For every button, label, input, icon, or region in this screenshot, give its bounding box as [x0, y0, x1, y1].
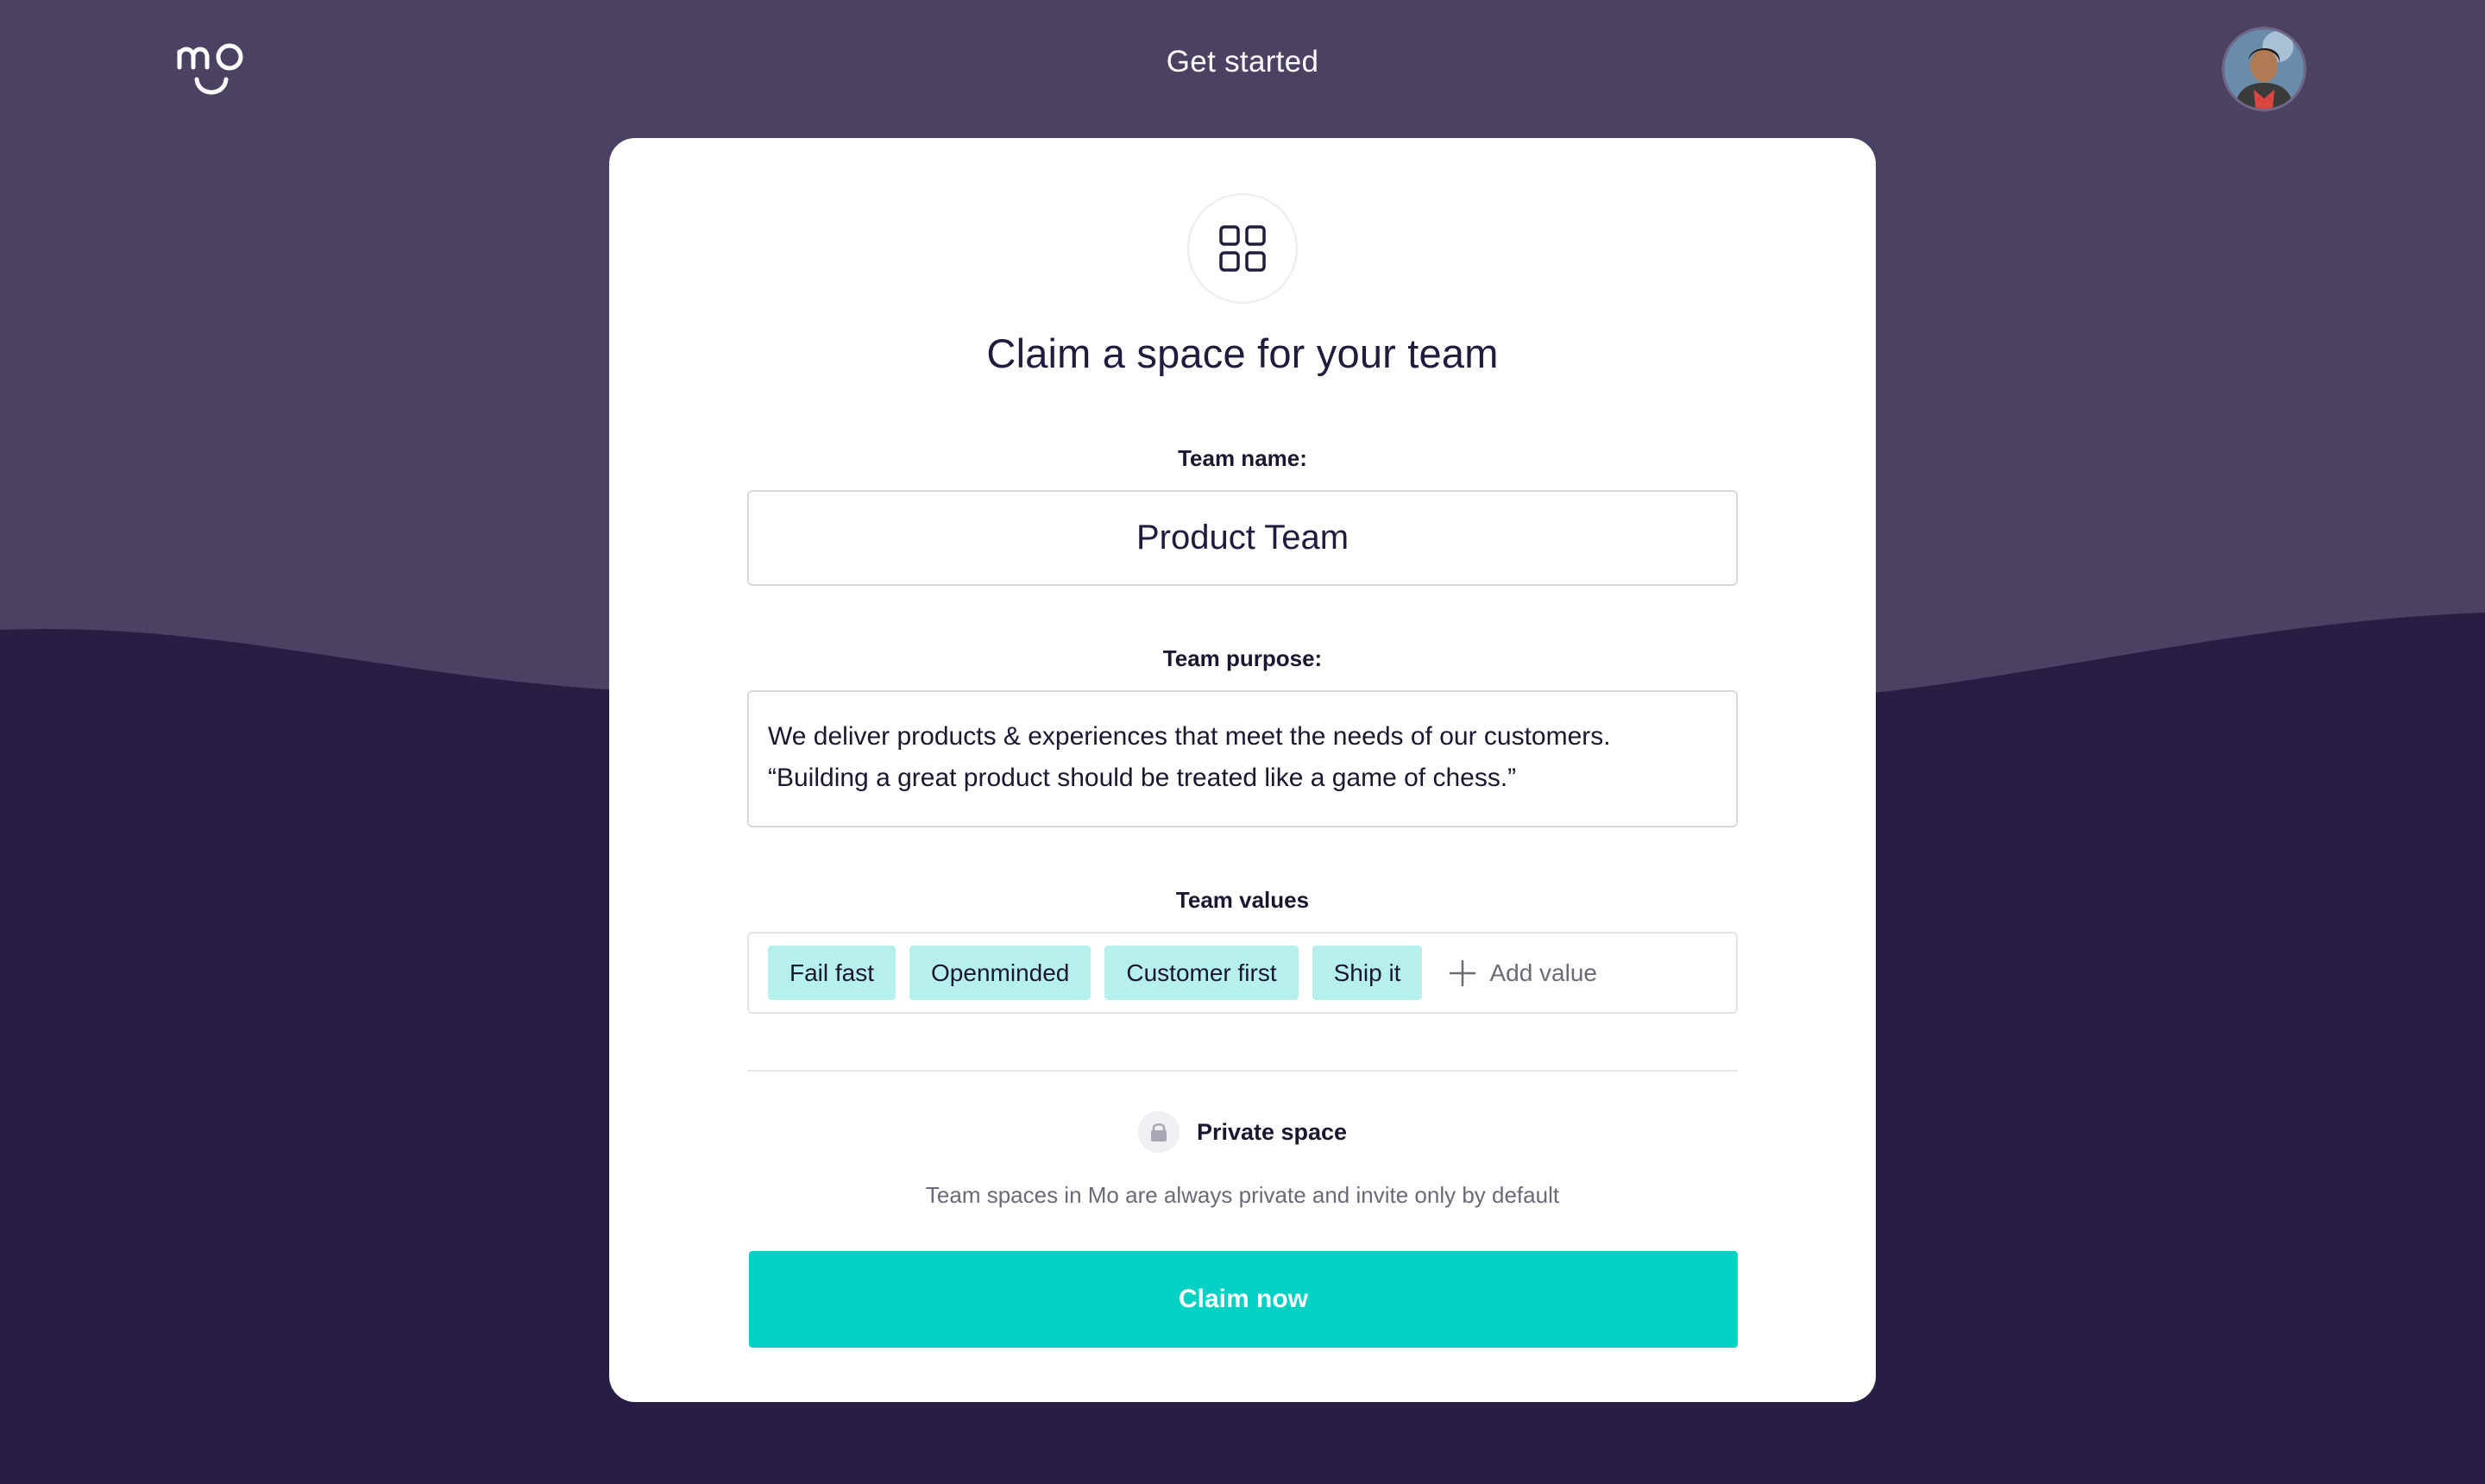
add-value-button[interactable]: Add value: [1448, 959, 1597, 988]
plus-icon: [1450, 959, 1476, 986]
team-purpose-line-1: We deliver products & experiences that m…: [768, 722, 1611, 751]
grid-icon: [1219, 225, 1266, 272]
card-title: Claim a space for your team: [986, 330, 1499, 376]
team-values-label: Team values: [1175, 887, 1310, 913]
value-chip-customer-first[interactable]: Customer first: [1104, 946, 1299, 1000]
claim-now-button[interactable]: Claim now: [749, 1251, 1738, 1348]
lock-icon-badge: [1137, 1111, 1180, 1153]
private-space-description: Team spaces in Mo are always private and…: [925, 1182, 1560, 1208]
section-divider: [747, 1070, 1738, 1072]
team-purpose-textarea[interactable]: We deliver products & experiences that m…: [747, 690, 1738, 827]
user-avatar-icon: [2224, 29, 2304, 109]
app-stage: Get started Claim a space for your team …: [0, 0, 2485, 1484]
value-chip-ship-it[interactable]: Ship it: [1312, 946, 1423, 1000]
grid-icon-badge: [1187, 193, 1298, 304]
lock-icon: [1150, 1123, 1167, 1141]
team-purpose-label: Team purpose:: [1162, 645, 1323, 671]
private-space-title: Private space: [1196, 1118, 1348, 1145]
user-avatar[interactable]: [2222, 27, 2306, 111]
page-title: Get started: [1166, 45, 1319, 79]
team-name-label: Team name:: [1178, 445, 1307, 471]
value-chip-fail-fast[interactable]: Fail fast: [768, 946, 896, 1000]
claim-space-card: Claim a space for your team Team name: P…: [609, 138, 1876, 1402]
team-purpose-line-2: “Building a great product should be trea…: [768, 764, 1517, 792]
add-value-label: Add value: [1489, 959, 1597, 986]
private-space-row: Private space: [609, 1111, 1876, 1153]
team-name-input[interactable]: Product Team: [747, 490, 1738, 586]
value-chip-openminded[interactable]: Openminded: [909, 946, 1092, 1000]
team-values-field[interactable]: Fail fast Openminded Customer first Ship…: [747, 932, 1738, 1014]
